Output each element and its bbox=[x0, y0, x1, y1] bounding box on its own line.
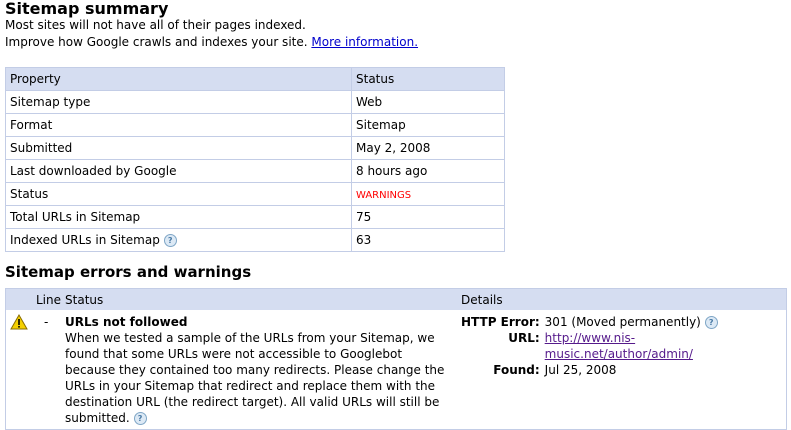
http-error-text: 301 (Moved permanently) bbox=[544, 315, 701, 329]
prop-value: WARNINGS bbox=[351, 182, 505, 206]
table-row: Format Sitemap bbox=[5, 113, 505, 137]
table-row: Indexed URLs in Sitemap ? 63 bbox=[5, 228, 505, 252]
prop-value: Web bbox=[351, 90, 505, 114]
found-label: Found: bbox=[493, 363, 540, 377]
table-row: Submitted May 2, 2008 bbox=[5, 136, 505, 160]
warnings-status: WARNINGS bbox=[356, 190, 412, 201]
errors-table: Line Status Details - URLs not followed Whe… bbox=[5, 288, 787, 430]
col-line: Line bbox=[36, 288, 62, 310]
url-label: URL: bbox=[508, 331, 540, 345]
prop-label: Format bbox=[5, 113, 352, 137]
help-icon[interactable]: ? bbox=[704, 316, 718, 329]
table-row: Total URLs in Sitemap 75 bbox=[5, 205, 505, 229]
warning-icon bbox=[5, 310, 36, 430]
found-value: Jul 25, 2008 bbox=[544, 363, 617, 377]
col-status: Status bbox=[351, 67, 505, 91]
table-row: Status WARNINGS bbox=[5, 182, 505, 206]
url-link[interactable]: http://www.nis-music.net/author/admin/ bbox=[545, 330, 782, 362]
status-cell: URLs not followed When we tested a sample… bbox=[61, 310, 458, 430]
col-icon bbox=[5, 288, 36, 310]
prop-label: Status bbox=[5, 182, 352, 206]
details-cell: HTTP Error: 301 (Moved permanently) ? URL… bbox=[457, 310, 787, 430]
col-property: Property bbox=[5, 67, 352, 91]
indexed-label: Indexed URLs in Sitemap bbox=[10, 233, 160, 247]
http-error-value: 301 (Moved permanently) ? bbox=[545, 314, 782, 330]
error-title: URLs not followed bbox=[65, 315, 188, 329]
prop-value: 8 hours ago bbox=[351, 159, 505, 183]
prop-label: Sitemap type bbox=[5, 90, 352, 114]
prop-value: 75 bbox=[351, 205, 505, 229]
properties-table: Property Status Sitemap type Web Format Sit… bbox=[5, 67, 505, 252]
improve-text: Improve how Google crawls and indexes yo… bbox=[5, 35, 308, 49]
prop-label: Last downloaded by Google bbox=[5, 159, 352, 183]
prop-value: 63 bbox=[351, 228, 505, 252]
prop-label: Submitted bbox=[5, 136, 352, 160]
summary-text-2: Improve how Google crawls and indexes yo… bbox=[5, 35, 418, 49]
prop-label: Indexed URLs in Sitemap ? bbox=[5, 228, 352, 252]
more-information-link[interactable]: More information. bbox=[311, 35, 418, 49]
table-row: Last downloaded by Google 8 hours ago bbox=[5, 159, 505, 183]
errors-title: Sitemap errors and warnings bbox=[5, 263, 252, 281]
summary-text: Most sites will not have all of their pa… bbox=[5, 18, 306, 32]
table-row: - URLs not followed When we tested a samp… bbox=[5, 310, 787, 430]
col-details: Details bbox=[457, 288, 787, 310]
http-error-label: HTTP Error: bbox=[461, 315, 540, 329]
col-status: Status bbox=[61, 288, 458, 310]
prop-label: Total URLs in Sitemap bbox=[5, 205, 352, 229]
page-title: Sitemap summary bbox=[5, 0, 169, 18]
prop-value: Sitemap bbox=[351, 113, 505, 137]
prop-value: May 2, 2008 bbox=[351, 136, 505, 160]
help-icon[interactable]: ? bbox=[163, 234, 177, 247]
error-description: When we tested a sample of the URLs from… bbox=[65, 331, 445, 425]
line-value: - bbox=[36, 310, 62, 430]
table-row: Sitemap type Web bbox=[5, 90, 505, 114]
